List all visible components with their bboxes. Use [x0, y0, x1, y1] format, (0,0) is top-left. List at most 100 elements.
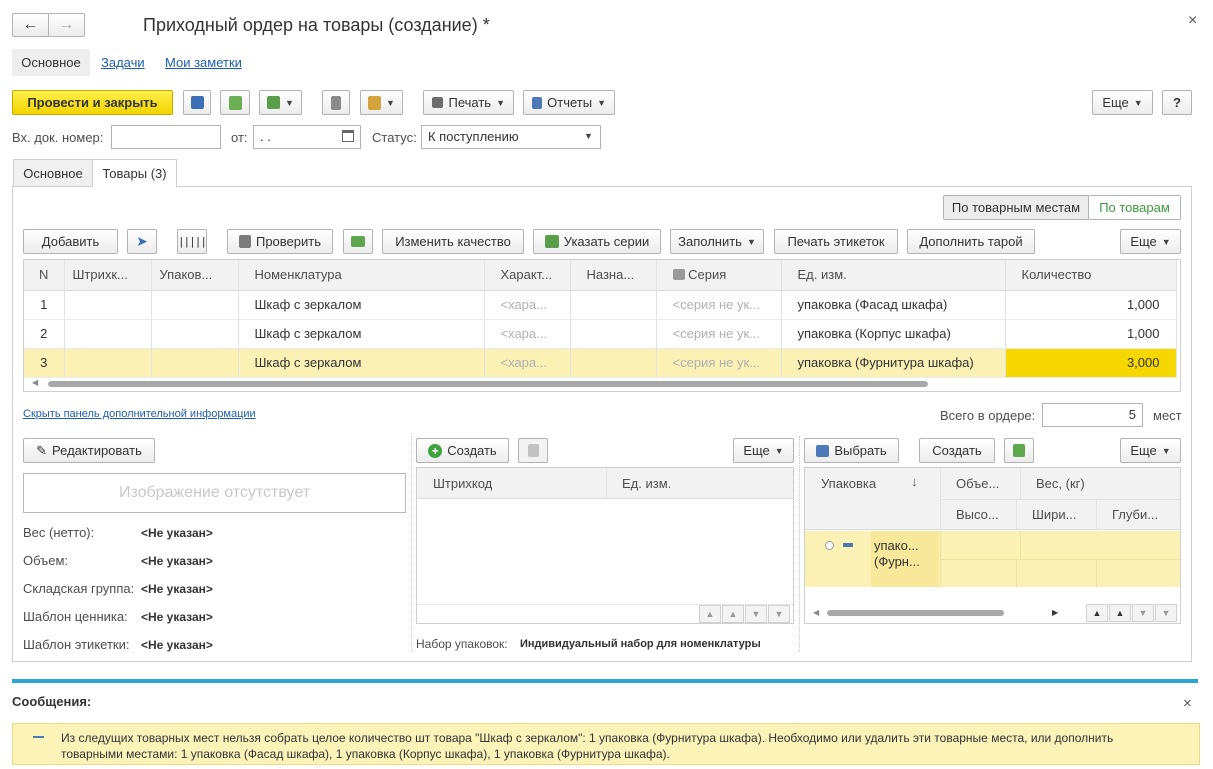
table-row-selected[interactable]: 3 Шкаф с зеркалом <хара... <серия не ук.…: [24, 348, 1177, 378]
table-row-selected[interactable]: упако... (Фурн...: [805, 531, 1180, 587]
barcode-copy-button[interactable]: [518, 438, 548, 463]
cell-qty[interactable]: 3,000: [1005, 348, 1177, 378]
pack-create-button[interactable]: Создать: [919, 438, 995, 463]
tab-main[interactable]: Основное: [12, 49, 90, 76]
post-button[interactable]: [220, 90, 250, 115]
cell-qty[interactable]: 1,000: [1005, 290, 1177, 320]
select-button[interactable]: Выбрать: [804, 438, 899, 463]
cell-n[interactable]: 1: [24, 290, 65, 320]
cell-barcode[interactable]: [64, 319, 152, 349]
cell-item[interactable]: Шкаф с зеркалом: [238, 319, 485, 349]
volume-value[interactable]: <Не указан>: [141, 554, 213, 568]
cell-barcode[interactable]: [64, 348, 152, 378]
panel-divider[interactable]: [799, 436, 800, 652]
col-header-barcode[interactable]: Штрихк...: [64, 260, 152, 291]
forward-button[interactable]: →: [48, 13, 85, 37]
col-header-purpose[interactable]: Назна...: [570, 260, 657, 291]
pack-more-button[interactable]: Еще ▼: [1120, 438, 1181, 463]
cell-char[interactable]: <хара...: [484, 348, 571, 378]
fill-button[interactable]: Заполнить ▼: [670, 229, 764, 254]
col-header-unit[interactable]: Ед. изм.: [622, 476, 671, 491]
cell-item[interactable]: Шкаф с зеркалом: [238, 348, 485, 378]
cell-barcode[interactable]: [64, 290, 152, 320]
save-button[interactable]: [183, 90, 211, 115]
hide-info-panel-link[interactable]: Скрыть панель дополнительной информации: [23, 408, 256, 420]
cell-unit[interactable]: упаковка (Корпус шкафа): [781, 319, 1006, 349]
cell-n[interactable]: 3: [24, 348, 65, 378]
col-header-height[interactable]: Высо...: [956, 507, 999, 522]
scroll-left-icon[interactable]: ◀: [32, 378, 38, 387]
document-journal-button[interactable]: [322, 90, 350, 115]
nav-last-icon[interactable]: ▼: [1155, 604, 1177, 622]
nav-down-icon[interactable]: ▼: [1132, 604, 1154, 622]
nav-down-icon[interactable]: ▼: [745, 605, 767, 623]
col-header-series[interactable]: Серия: [656, 260, 782, 291]
pack-set-value[interactable]: Индивидуальный набор для номенклатуры: [520, 638, 761, 650]
cell-purpose[interactable]: [570, 319, 657, 349]
cell-series[interactable]: <серия не ук...: [656, 348, 782, 378]
scroll-left-icon[interactable]: ◀: [813, 608, 819, 617]
col-header-weight[interactable]: Вес, (кг): [1036, 476, 1085, 491]
scroll-right-icon[interactable]: ▶: [1052, 608, 1058, 617]
col-header-qty[interactable]: Количество: [1005, 260, 1177, 291]
check-button[interactable]: Проверить: [227, 229, 333, 254]
goods-more-button[interactable]: Еще ▼: [1120, 229, 1181, 254]
warehouse-group-value[interactable]: <Не указан>: [141, 582, 213, 596]
chevron-down-icon[interactable]: ▼: [584, 131, 593, 141]
scroll-thumb[interactable]: [48, 381, 928, 387]
scroll-thumb[interactable]: [827, 610, 1004, 616]
by-places-toggle[interactable]: По товарным местам: [943, 195, 1089, 220]
message-item[interactable]: Из следущих товарных мест нельзя собрать…: [12, 723, 1200, 765]
calendar-icon[interactable]: [342, 130, 354, 142]
cell-pack[interactable]: [151, 319, 239, 349]
goods-horizontal-scrollbar[interactable]: ◀: [24, 378, 1180, 390]
cell-purpose[interactable]: [570, 348, 657, 378]
related-docs-button[interactable]: ▼: [360, 90, 403, 115]
reports-button[interactable]: Отчеты ▼: [523, 90, 615, 115]
col-header-barcode[interactable]: Штрихкод: [433, 476, 492, 491]
nav-last-icon[interactable]: ▼: [768, 605, 790, 623]
share-button[interactable]: ➤: [127, 229, 157, 254]
col-header-unit[interactable]: Ед. изм.: [781, 260, 1006, 291]
cell-purpose[interactable]: [570, 290, 657, 320]
weight-value[interactable]: <Не указан>: [141, 526, 213, 540]
cell-char[interactable]: <хара...: [484, 319, 571, 349]
cell-unit[interactable]: упаковка (Фурнитура шкафа): [781, 348, 1006, 378]
tab-tasks[interactable]: Задачи: [101, 55, 145, 70]
barcode-create-button[interactable]: + Создать: [416, 438, 509, 463]
edit-button[interactable]: ✎ Редактировать: [23, 438, 155, 463]
tab-my-notes[interactable]: Мои заметки: [165, 55, 242, 70]
col-header-char[interactable]: Характ...: [484, 260, 571, 291]
nav-up-icon[interactable]: ▲: [1109, 604, 1131, 622]
nav-up-icon[interactable]: ▲: [722, 605, 744, 623]
inner-tab-main[interactable]: Основное: [13, 159, 93, 186]
more-button[interactable]: Еще ▼: [1092, 90, 1153, 115]
close-icon[interactable]: ×: [1188, 12, 1197, 30]
cell-unit[interactable]: упаковка (Фасад шкафа): [781, 290, 1006, 320]
col-header-volume[interactable]: Объе...: [956, 476, 999, 491]
status-select[interactable]: К поступлению: [421, 125, 601, 149]
inner-tab-goods[interactable]: Товары (3): [92, 159, 177, 187]
col-header-depth[interactable]: Глуби...: [1112, 507, 1158, 522]
cell-pack[interactable]: [151, 290, 239, 320]
create-based-on-button[interactable]: ▼: [259, 90, 302, 115]
cell-char[interactable]: <хара...: [484, 290, 571, 320]
post-and-close-button[interactable]: Провести и закрыть: [12, 90, 173, 115]
price-tag-template-value[interactable]: <Не указан>: [141, 610, 213, 624]
pack-add-button[interactable]: [1004, 438, 1034, 463]
pack-horizontal-scrollbar[interactable]: ◀ ▶: [805, 607, 1085, 621]
doc-number-input[interactable]: [111, 125, 221, 149]
barcode-scan-button[interactable]: |||||: [177, 229, 207, 254]
by-goods-toggle[interactable]: По товарам: [1088, 195, 1181, 220]
nav-first-icon[interactable]: ▲: [699, 605, 721, 623]
cell-item[interactable]: Шкаф с зеркалом: [238, 290, 485, 320]
quality-icon-button[interactable]: [343, 229, 373, 254]
table-row[interactable]: 1 Шкаф с зеркалом <хара... <серия не ук.…: [24, 290, 1177, 320]
cell-series[interactable]: <серия не ук...: [656, 319, 782, 349]
cell-qty[interactable]: 1,000: [1005, 319, 1177, 349]
print-labels-button[interactable]: Печать этикеток: [774, 229, 898, 254]
col-header-pack[interactable]: Упаковка: [821, 476, 876, 491]
col-header-width[interactable]: Шири...: [1032, 507, 1077, 522]
barcode-more-button[interactable]: Еще ▼: [733, 438, 794, 463]
pack-cell[interactable]: упако... (Фурн...: [871, 531, 939, 587]
